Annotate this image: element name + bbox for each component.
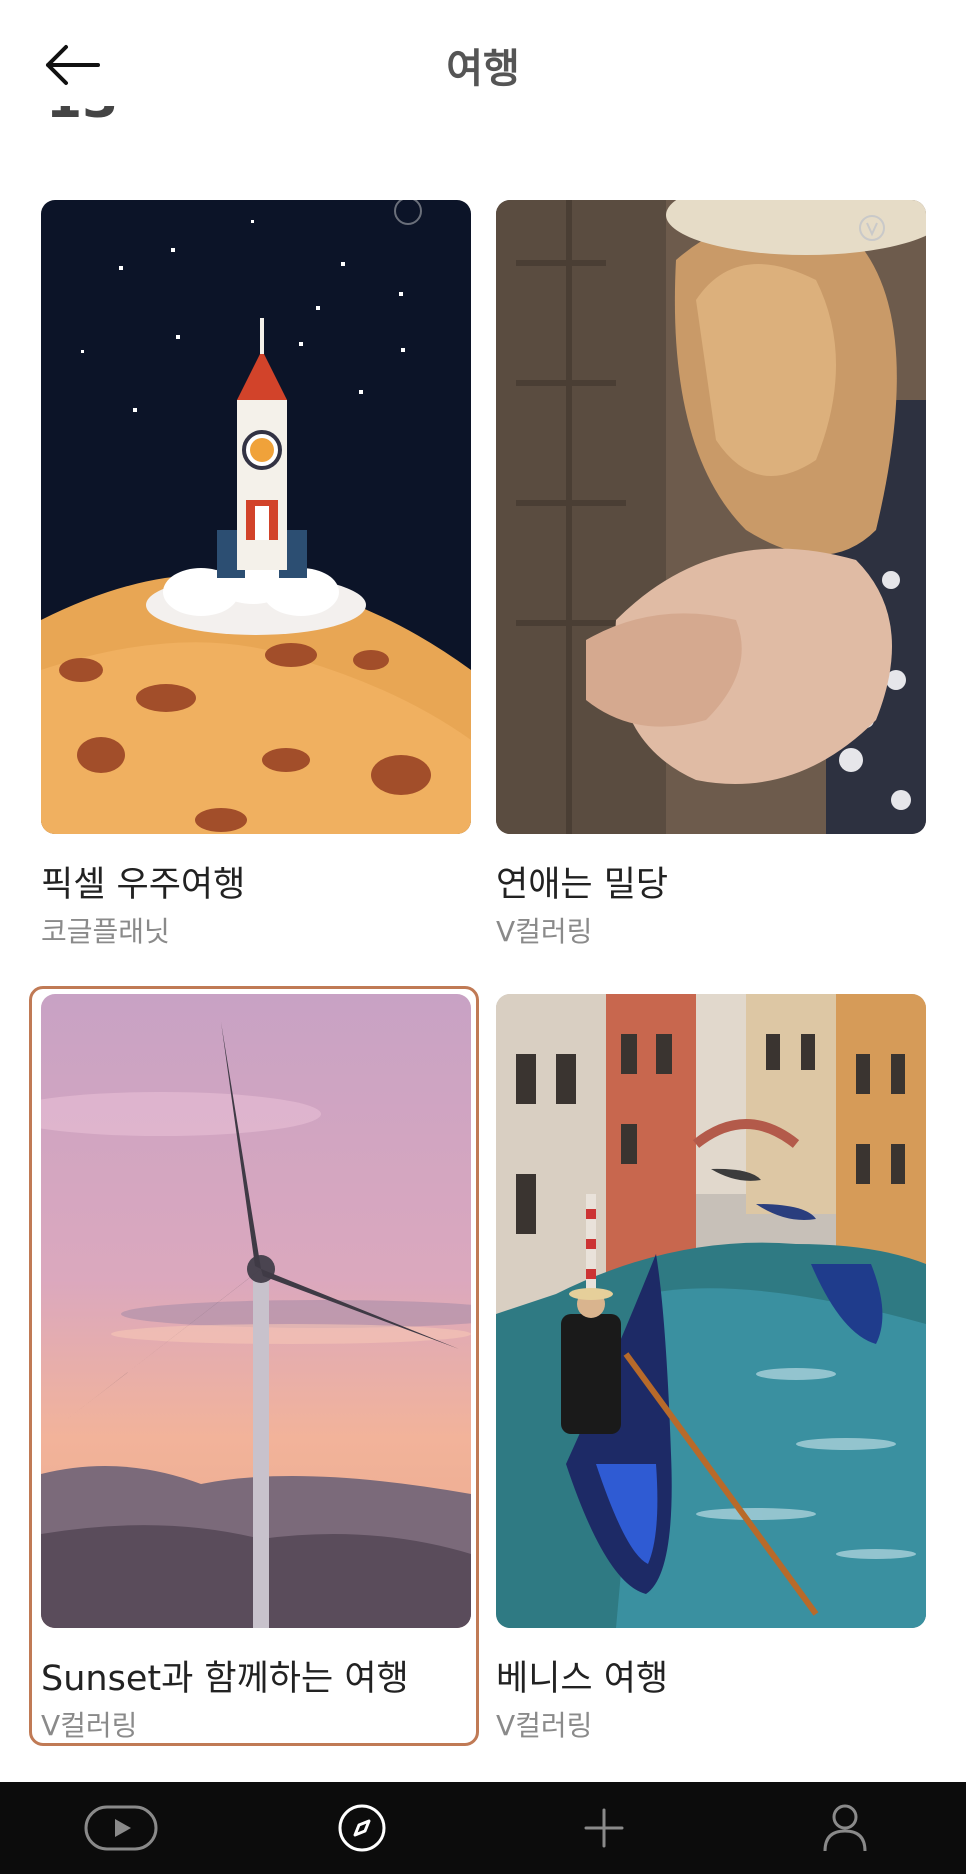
thumbnail-woman-hand [496, 200, 926, 834]
theme-author: 코글플래닛 [41, 915, 170, 948]
theme-author: V컬러링 [496, 1709, 593, 1742]
theme-author: V컬러링 [496, 915, 593, 948]
plus-icon [584, 1808, 624, 1848]
theme-name: 베니스 여행 [496, 1659, 669, 1699]
tab-profile[interactable] [785, 1782, 905, 1874]
pixel-rocket-image [41, 200, 471, 834]
thumbnail-venice [496, 994, 926, 1628]
bottom-tab-bar [0, 1782, 966, 1874]
watermark-icon [859, 215, 885, 241]
wind-turbine-image [41, 994, 471, 1628]
thumbnail-wind-turbine [41, 994, 471, 1628]
person-icon [823, 1804, 867, 1852]
top-app-bar: 여행 13 [0, 0, 966, 130]
theme-name: 연애는 밀당 [496, 865, 669, 905]
page-title: 여행 [446, 46, 520, 92]
theme-author: V컬러링 [41, 1709, 138, 1742]
thumbnail-pixel-rocket [41, 200, 471, 834]
theme-name: Sunset과 함께하는 여행 [41, 1659, 409, 1699]
theme-name: 픽셀 우주여행 [41, 865, 246, 905]
compass-icon [338, 1804, 386, 1852]
scrolled-section-label: 13 [46, 106, 126, 142]
play-icon [84, 1805, 158, 1851]
tab-play[interactable] [61, 1782, 181, 1874]
tab-explore[interactable] [302, 1782, 422, 1874]
venice-image [496, 994, 926, 1628]
tab-add[interactable] [544, 1782, 664, 1874]
woman-hand-image [496, 200, 926, 834]
